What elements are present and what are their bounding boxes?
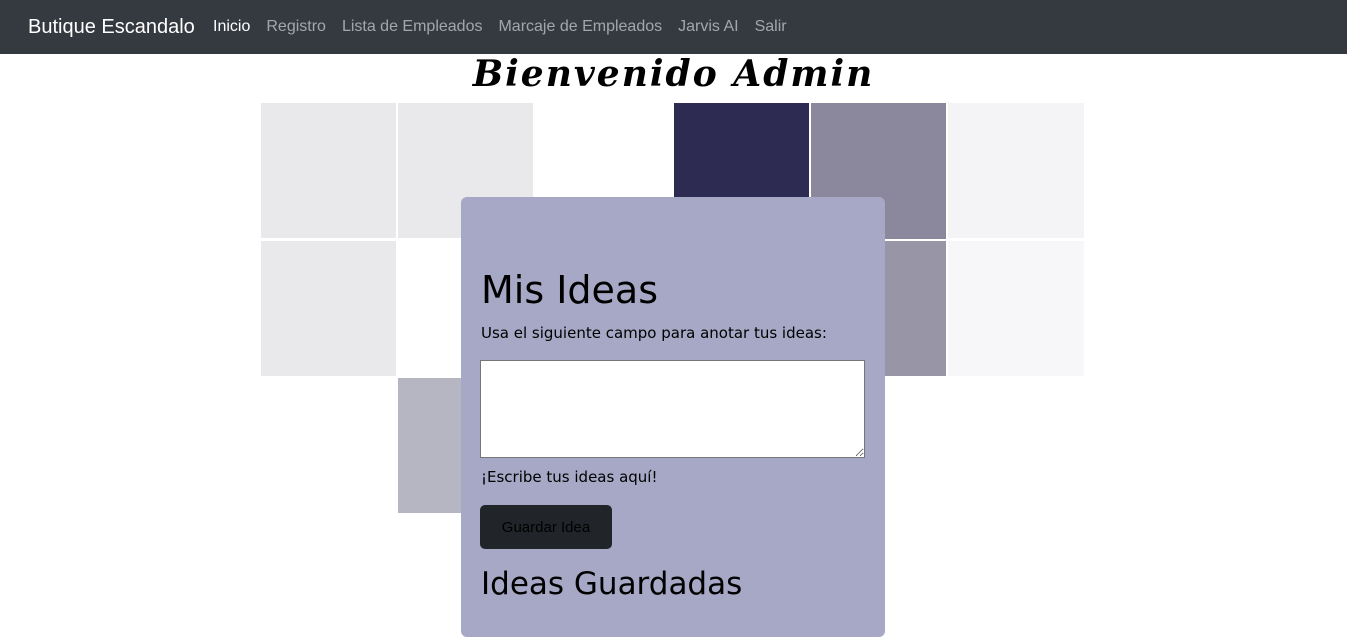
nav-link-marcaje-empleados[interactable]: Marcaje de Empleados — [498, 16, 662, 38]
nav-link-lista-empleados[interactable]: Lista de Empleados — [342, 16, 483, 38]
nav-link-salir[interactable]: Salir — [755, 16, 787, 38]
background-tile — [948, 103, 1084, 238]
idea-textarea[interactable] — [480, 360, 865, 458]
nav-links: Inicio Registro Lista de Empleados Marca… — [213, 16, 787, 38]
brand-link[interactable]: Butique Escandalo — [28, 14, 195, 40]
welcome-heading: Bienvenido Admin — [472, 53, 875, 95]
save-idea-button[interactable]: Guardar Idea — [480, 505, 612, 549]
ideas-instructions: Usa el siguiente campo para anotar tus i… — [481, 324, 827, 342]
ideas-title: Mis Ideas — [481, 268, 659, 312]
background-tile — [261, 241, 396, 376]
background-tile — [261, 103, 396, 238]
background-tile — [948, 241, 1084, 376]
saved-ideas-title: Ideas Guardadas — [481, 566, 743, 602]
ideas-hint: ¡Escribe tus ideas aquí! — [481, 468, 658, 486]
nav-link-jarvis-ai[interactable]: Jarvis AI — [678, 16, 738, 38]
nav-link-registro[interactable]: Registro — [266, 16, 326, 38]
nav-link-inicio[interactable]: Inicio — [213, 16, 250, 38]
ideas-card: Mis Ideas Usa el siguiente campo para an… — [461, 197, 885, 637]
top-navbar: Butique Escandalo Inicio Registro Lista … — [0, 0, 1347, 54]
